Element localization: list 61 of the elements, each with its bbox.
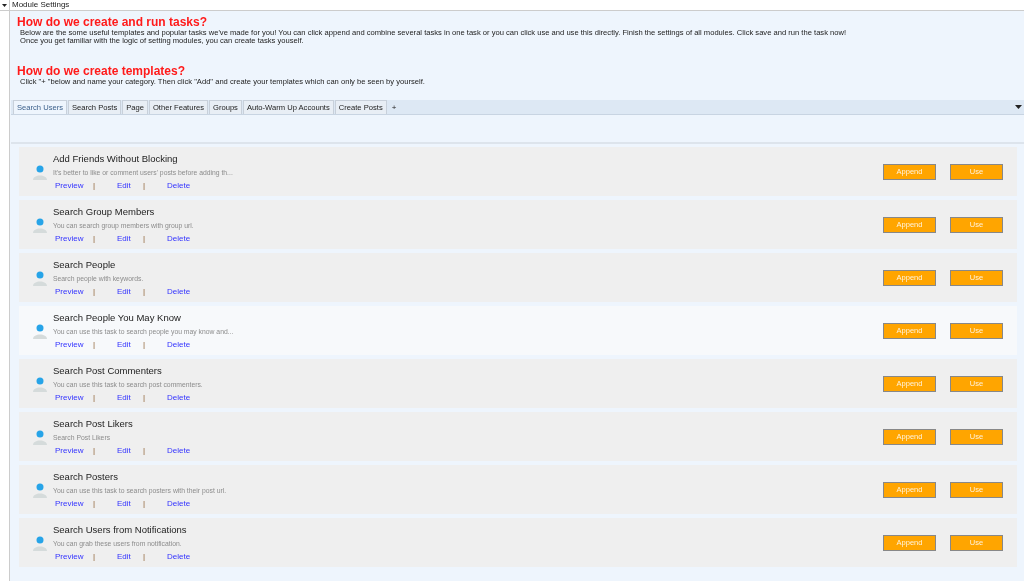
action-link[interactable]: Preview xyxy=(55,498,93,509)
person-icon xyxy=(33,269,47,286)
template-title: Add Friends Without Blocking xyxy=(53,152,179,165)
action-link[interactable]: Edit xyxy=(117,392,143,403)
link-separator: | xyxy=(143,551,146,561)
person-icon xyxy=(33,534,47,551)
action-link[interactable]: Preview xyxy=(55,180,93,191)
link-separator: | xyxy=(143,445,146,455)
action-link[interactable]: Delete xyxy=(167,498,197,509)
link-separator: | xyxy=(143,233,146,243)
action-link[interactable]: Edit xyxy=(117,498,143,509)
link-separator: | xyxy=(93,445,96,455)
add-tab-button[interactable]: + xyxy=(387,101,401,114)
action-link[interactable]: Delete xyxy=(167,286,197,297)
link-separator: | xyxy=(143,392,146,402)
link-separator: | xyxy=(93,498,96,508)
link-separator: | xyxy=(143,339,146,349)
action-link[interactable]: Delete xyxy=(167,180,197,191)
link-separator: | xyxy=(93,551,96,561)
link-separator: | xyxy=(143,498,146,508)
link-separator: | xyxy=(93,339,96,349)
template-title: Search Posters xyxy=(53,470,119,483)
dropdown-arrow-icon[interactable] xyxy=(2,3,7,7)
action-link[interactable]: Edit xyxy=(117,445,143,456)
action-link[interactable]: Edit xyxy=(117,180,143,191)
dropdown-arrow-icon[interactable] xyxy=(1015,105,1022,109)
action-link[interactable]: Delete xyxy=(167,233,197,244)
action-link[interactable]: Preview xyxy=(55,445,93,456)
person-icon xyxy=(33,428,47,445)
link-separator: | xyxy=(93,286,96,296)
action-link[interactable]: Edit xyxy=(117,233,143,244)
person-icon xyxy=(33,481,47,498)
action-link[interactable]: Edit xyxy=(117,286,143,297)
template-title: Search Group Members xyxy=(53,205,156,218)
action-link[interactable]: Preview xyxy=(55,233,93,244)
action-link[interactable]: Edit xyxy=(117,551,143,562)
person-icon xyxy=(33,375,47,392)
person-icon xyxy=(33,216,47,233)
template-title: Search People xyxy=(53,258,117,271)
action-link[interactable]: Delete xyxy=(167,551,197,562)
action-link[interactable]: Preview xyxy=(55,551,93,562)
action-link[interactable]: Preview xyxy=(55,286,93,297)
person-icon xyxy=(33,163,47,180)
action-link[interactable]: Delete xyxy=(167,392,197,403)
action-link[interactable]: Preview xyxy=(55,339,93,350)
link-separator: | xyxy=(93,233,96,243)
section-heading: How do we create and run tasks? xyxy=(17,16,209,29)
person-icon xyxy=(33,322,47,339)
link-separator: | xyxy=(143,180,146,190)
section-heading: How do we create templates? xyxy=(17,65,187,78)
template-title: Search Post Commenters xyxy=(53,364,163,377)
action-link[interactable]: Edit xyxy=(117,339,143,350)
link-separator: | xyxy=(93,180,96,190)
action-link[interactable]: Delete xyxy=(167,445,197,456)
template-title: Search Post Likers xyxy=(53,417,134,430)
template-title: Search People You May Know xyxy=(53,311,182,324)
template-title: Search Users from Notifications xyxy=(53,523,188,536)
link-separator: | xyxy=(93,392,96,402)
link-separator: | xyxy=(143,286,146,296)
action-link[interactable]: Preview xyxy=(55,392,93,403)
action-link[interactable]: Delete xyxy=(167,339,197,350)
